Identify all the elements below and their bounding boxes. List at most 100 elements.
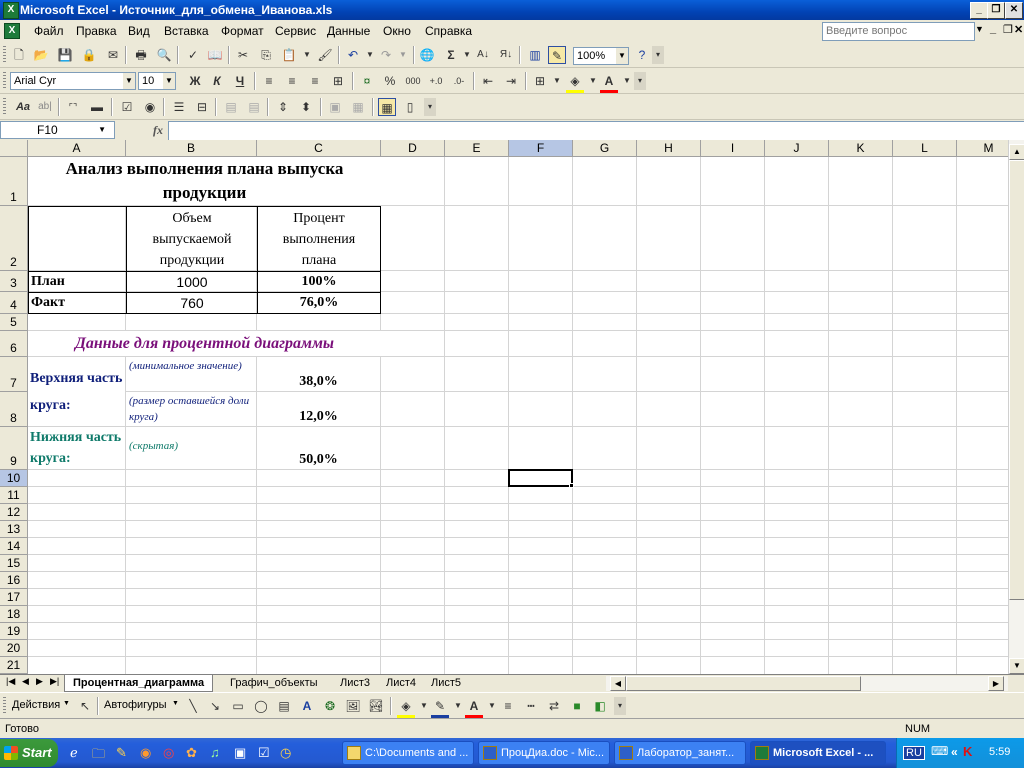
control-properties-icon[interactable]: ▣ bbox=[326, 98, 344, 116]
column-header[interactable]: I bbox=[701, 140, 765, 157]
last-sheet-icon[interactable]: ▶| bbox=[50, 676, 59, 687]
borders-dropdown-icon[interactable]: ▼ bbox=[548, 72, 566, 90]
permission-icon[interactable]: 🔒 bbox=[80, 46, 98, 64]
restore-button[interactable]: ❐ bbox=[987, 2, 1005, 19]
autoshapes-menu[interactable]: Автофигуры bbox=[104, 699, 167, 711]
menu-format[interactable]: Формат bbox=[221, 24, 264, 38]
undo-icon[interactable]: ↶ bbox=[344, 46, 362, 64]
column-header[interactable]: D bbox=[381, 140, 445, 157]
column-header[interactable]: B bbox=[126, 140, 257, 157]
column-header[interactable]: C bbox=[257, 140, 381, 157]
tab-sheet4[interactable]: Лист4 bbox=[378, 675, 424, 692]
paste-icon[interactable]: 📋 bbox=[280, 46, 298, 64]
folder-icon[interactable]: 🗀 bbox=[92, 745, 105, 767]
toolbar-options-icon[interactable]: ▾ bbox=[652, 46, 664, 64]
scroll-bar-icon[interactable]: ⇕ bbox=[274, 98, 292, 116]
clock-app-icon[interactable]: ◷ bbox=[280, 745, 291, 761]
formula-input[interactable] bbox=[168, 121, 1024, 141]
research-icon[interactable]: 📖 bbox=[206, 46, 224, 64]
toggle-grid-icon[interactable]: ▦ bbox=[378, 98, 396, 116]
upper-part-label[interactable]: Верхняя часть круга: bbox=[28, 358, 125, 426]
ask-dropdown-icon[interactable]: ▼ bbox=[975, 24, 984, 34]
group-box-icon[interactable]: ⌜⌝ bbox=[64, 98, 82, 116]
fact-value[interactable]: 760 bbox=[126, 292, 258, 314]
lower-part-label[interactable]: Нижняя часть круга: bbox=[28, 427, 125, 469]
column-header[interactable]: A bbox=[28, 140, 126, 157]
option-button-icon[interactable]: ◉ bbox=[141, 98, 159, 116]
scroll-up-icon[interactable]: ▲ bbox=[1009, 144, 1024, 160]
text-box-icon[interactable]: ▤ bbox=[275, 697, 293, 715]
clip-art-icon[interactable]: 🖼 bbox=[344, 697, 362, 715]
row-header[interactable]: 21 bbox=[0, 657, 28, 674]
decrease-decimal-icon[interactable]: .0- bbox=[450, 72, 468, 90]
align-left-icon[interactable]: ≡ bbox=[260, 72, 278, 90]
tray-expand-icon[interactable]: « bbox=[951, 745, 958, 759]
vertical-scrollbar[interactable]: ▲ ▼ bbox=[1008, 140, 1024, 674]
header-percent[interactable]: Процент выполнения плана bbox=[257, 206, 381, 272]
task-explorer[interactable]: C:\Documents and ... bbox=[342, 741, 474, 765]
increase-indent-icon[interactable]: ⇥ bbox=[502, 72, 520, 90]
arrow-style-icon[interactable]: ⇄ bbox=[545, 697, 563, 715]
percent-style-icon[interactable]: % bbox=[381, 72, 399, 90]
row-header[interactable]: 3 bbox=[0, 271, 28, 292]
checkbox-control-icon[interactable]: ☑ bbox=[118, 98, 136, 116]
row-header[interactable]: 5 bbox=[0, 314, 28, 331]
spelling-icon[interactable]: ✓ bbox=[184, 46, 202, 64]
sound-icon[interactable]: ♫ bbox=[210, 745, 220, 760]
header-volume[interactable]: Объем выпускаемой продукции bbox=[126, 206, 258, 272]
row-header[interactable]: 16 bbox=[0, 572, 28, 589]
row-header[interactable]: 11 bbox=[0, 487, 28, 504]
menu-tools[interactable]: Сервис bbox=[275, 24, 316, 38]
menu-edit[interactable]: Правка bbox=[76, 24, 117, 38]
line-style-icon[interactable]: ≡ bbox=[499, 697, 517, 715]
redo-dropdown-icon[interactable]: ▼ bbox=[394, 46, 412, 64]
toolbar-options-icon[interactable]: ▾ bbox=[614, 697, 626, 715]
menu-insert[interactable]: Вставка bbox=[164, 24, 209, 38]
chart-wizard-icon[interactable]: ▥ bbox=[526, 46, 544, 64]
print-preview-icon[interactable]: 🔍 bbox=[155, 46, 173, 64]
help-icon[interactable]: ? bbox=[633, 46, 651, 64]
fact-percent[interactable]: 76,0% bbox=[257, 292, 381, 314]
label-control-icon[interactable]: Aa bbox=[14, 98, 32, 116]
combo-dropdown-edit-icon[interactable]: ▤ bbox=[245, 98, 263, 116]
align-right-icon[interactable]: ≡ bbox=[306, 72, 324, 90]
column-header-selected[interactable]: F bbox=[509, 140, 573, 157]
wordart-icon[interactable]: A bbox=[298, 697, 316, 715]
list-box-icon[interactable]: ☰ bbox=[170, 98, 188, 116]
minimize-button[interactable]: _ bbox=[970, 2, 988, 19]
antivirus-icon[interactable]: K bbox=[963, 744, 972, 759]
menu-file[interactable]: Файл bbox=[34, 24, 64, 38]
column-header[interactable]: L bbox=[893, 140, 957, 157]
bold-button[interactable]: Ж bbox=[186, 72, 204, 90]
column-header[interactable]: G bbox=[573, 140, 637, 157]
next-sheet-icon[interactable]: ▶ bbox=[36, 676, 43, 687]
calendar-icon[interactable]: ☑ bbox=[258, 745, 270, 761]
drawing-icon[interactable]: ✎ bbox=[548, 46, 566, 64]
doc-minimize-icon[interactable]: _ bbox=[990, 23, 996, 35]
keyboard-icon[interactable]: ⌨ bbox=[931, 744, 948, 758]
scroll-down-icon[interactable]: ▼ bbox=[1009, 658, 1024, 674]
draw-fill-color-icon[interactable]: ◈ bbox=[397, 697, 415, 718]
row-header[interactable]: 1 bbox=[0, 157, 28, 206]
font-color-icon[interactable]: A bbox=[600, 72, 618, 93]
redo-icon[interactable]: ↷ bbox=[377, 46, 395, 64]
close-button[interactable]: ✕ bbox=[1005, 2, 1023, 19]
decrease-indent-icon[interactable]: ⇤ bbox=[479, 72, 497, 90]
task-word-2[interactable]: Лаборатор_занят... bbox=[614, 741, 746, 765]
tab-sheet3[interactable]: Лист3 bbox=[332, 675, 378, 692]
row-header[interactable]: 19 bbox=[0, 623, 28, 640]
row-header-selected[interactable]: 10 bbox=[0, 470, 28, 487]
open-icon[interactable]: 📂 bbox=[32, 46, 50, 64]
doc-restore-icon[interactable]: ❐ bbox=[1003, 23, 1013, 36]
draw-font-color-icon[interactable]: A bbox=[465, 697, 483, 718]
menu-help[interactable]: Справка bbox=[425, 24, 472, 38]
currency-icon[interactable]: ¤ bbox=[358, 72, 376, 90]
actions-dropdown-icon[interactable]: ▼ bbox=[63, 700, 70, 707]
row-header[interactable]: 4 bbox=[0, 292, 28, 314]
ie-icon[interactable]: ℯ bbox=[70, 745, 78, 761]
ask-question-input[interactable]: Введите вопрос bbox=[822, 22, 975, 41]
upper-note-2[interactable]: (размер оставшейся доли круга) bbox=[127, 392, 255, 426]
upper-value-2[interactable]: 12,0% bbox=[257, 392, 380, 426]
workbook-icon[interactable]: X bbox=[4, 23, 20, 39]
comma-style-icon[interactable]: 000 bbox=[404, 72, 422, 90]
